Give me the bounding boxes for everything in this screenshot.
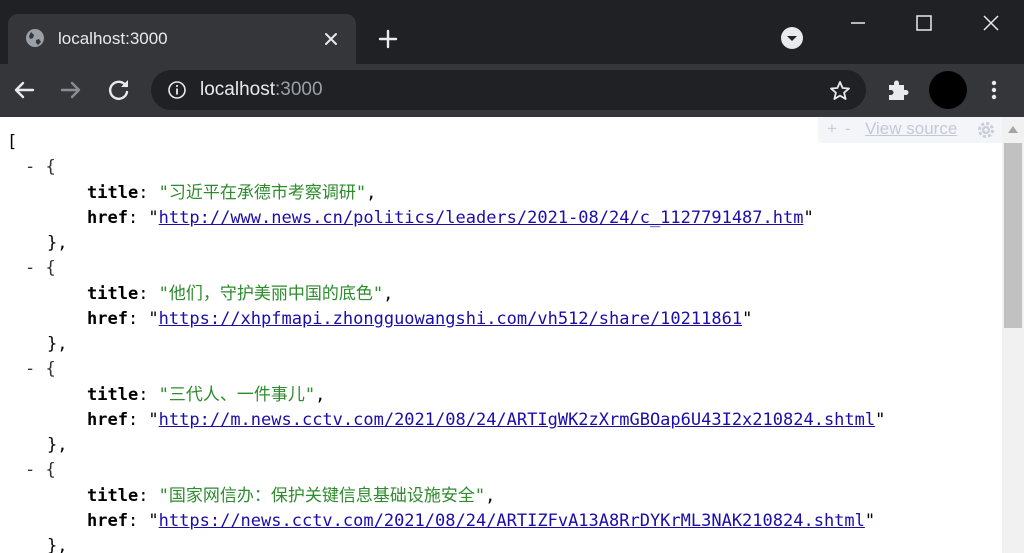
json-href-line: href: "http://m.news.cctv.com/2021/08/24… bbox=[87, 410, 886, 430]
json-title-line: title: "他们，守护美丽中国的底色", bbox=[87, 284, 394, 304]
json-key: title bbox=[87, 486, 139, 506]
maximize-icon[interactable] bbox=[909, 10, 939, 36]
window-close-icon[interactable] bbox=[976, 10, 1006, 36]
json-key: title bbox=[87, 284, 139, 304]
json-title-line: title: "三代人、一件事儿", bbox=[87, 385, 326, 405]
json-key: href bbox=[87, 309, 128, 329]
star-icon[interactable] bbox=[828, 79, 852, 103]
arrow-left-icon[interactable] bbox=[9, 75, 39, 105]
kebab-icon[interactable] bbox=[979, 75, 1009, 105]
puzzle-icon[interactable] bbox=[883, 75, 913, 105]
globe-icon bbox=[26, 29, 44, 47]
json-title-value: "他们，守护美丽中国的底色" bbox=[158, 284, 384, 304]
scrollbar[interactable] bbox=[1002, 117, 1024, 553]
json-href-line: href: "https://xhpfmapi.zhongguowangshi.… bbox=[87, 309, 753, 329]
json-title-line: title: "国家网信办：保护关键信息基础设施安全", bbox=[87, 486, 496, 506]
json-viewer: [ - { title: "习近平在承德市考察调研", href: "http:… bbox=[0, 117, 1002, 553]
json-title-value: "三代人、一件事儿" bbox=[158, 385, 316, 405]
close-icon[interactable] bbox=[320, 28, 342, 50]
json-href-link[interactable]: http://m.news.cctv.com/2021/08/24/ARTIgW… bbox=[159, 410, 875, 430]
tab-strip: localhost:3000 bbox=[0, 0, 1024, 64]
json-open-bracket: [ bbox=[7, 132, 18, 152]
collapse-toggle[interactable]: - { bbox=[25, 359, 56, 379]
json-title-line: title: "习近平在承德市考察调研", bbox=[87, 183, 377, 203]
collapse-toggle[interactable]: - { bbox=[25, 157, 56, 177]
json-close-item: }, bbox=[47, 334, 68, 354]
json-href-link[interactable]: http://www.news.cn/politics/leaders/2021… bbox=[159, 208, 804, 228]
json-href-link[interactable]: https://xhpfmapi.zhongguowangshi.com/vh5… bbox=[159, 309, 742, 329]
collapse-all-button[interactable]: - bbox=[845, 119, 851, 139]
collapse-toggle[interactable]: - { bbox=[25, 258, 56, 278]
view-source-toolbar: + - View source bbox=[818, 117, 1002, 143]
scroll-up-icon[interactable] bbox=[1008, 125, 1018, 133]
json-key: title bbox=[87, 385, 139, 405]
view-source-link[interactable]: View source bbox=[865, 119, 957, 139]
url-text: localhost:3000 bbox=[200, 79, 323, 101]
json-href-link[interactable]: https://news.cctv.com/2021/08/24/ARTIZFv… bbox=[159, 511, 865, 531]
json-close-item: }, bbox=[47, 435, 68, 455]
address-bar[interactable]: localhost:3000 bbox=[151, 70, 866, 110]
url-port: :3000 bbox=[275, 79, 323, 100]
info-icon[interactable] bbox=[167, 80, 187, 100]
avatar[interactable] bbox=[929, 71, 967, 109]
gear-icon[interactable] bbox=[976, 120, 996, 140]
json-href-line: href: "http://www.news.cn/politics/leade… bbox=[87, 208, 814, 228]
json-key: href bbox=[87, 511, 128, 531]
json-key: title bbox=[87, 183, 139, 203]
json-key: href bbox=[87, 410, 128, 430]
browser-tab[interactable]: localhost:3000 bbox=[8, 14, 356, 64]
expand-all-button[interactable]: + bbox=[827, 119, 837, 139]
collapse-toggle[interactable]: - { bbox=[25, 460, 56, 480]
json-key: href bbox=[87, 208, 128, 228]
json-close-item: }, bbox=[47, 536, 68, 553]
json-title-value: "习近平在承德市考察调研" bbox=[158, 183, 367, 203]
chevron-down-icon[interactable] bbox=[779, 25, 805, 51]
json-close-item: }, bbox=[47, 233, 68, 253]
tab-title: localhost:3000 bbox=[58, 29, 168, 48]
arrow-right-icon[interactable] bbox=[56, 75, 86, 105]
minimize-icon[interactable] bbox=[843, 10, 873, 36]
toolbar: localhost:3000 bbox=[0, 64, 1024, 117]
reload-icon[interactable] bbox=[104, 75, 134, 105]
json-title-value: "国家网信办：保护关键信息基础设施安全" bbox=[158, 486, 486, 506]
json-href-line: href: "https://news.cctv.com/2021/08/24/… bbox=[87, 511, 876, 531]
plus-icon[interactable] bbox=[375, 26, 401, 52]
url-host: localhost bbox=[200, 79, 275, 100]
scrollbar-thumb[interactable] bbox=[1004, 143, 1022, 328]
